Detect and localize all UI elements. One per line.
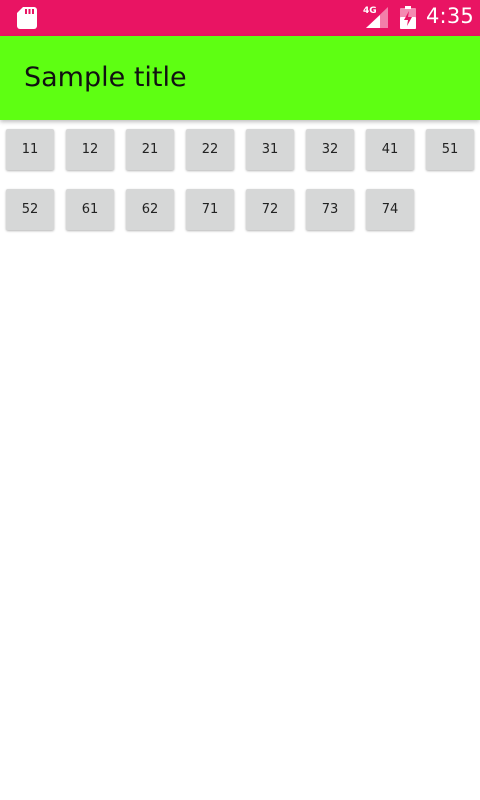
page-title: Sample title (24, 62, 187, 93)
grid-button[interactable]: 71 (186, 189, 234, 230)
app-bar: Sample title (0, 36, 480, 120)
clock: 4:35 (426, 4, 474, 28)
grid-button[interactable]: 74 (366, 189, 414, 230)
status-bar: 4G 4:35 (0, 0, 480, 36)
grid-button[interactable]: 62 (126, 189, 174, 230)
cell-signal-icon (366, 7, 388, 28)
grid-button[interactable]: 21 (126, 129, 174, 170)
grid-button[interactable]: 22 (186, 129, 234, 170)
grid-button[interactable]: 52 (6, 189, 54, 230)
grid-button[interactable]: 12 (66, 129, 114, 170)
battery-charging-icon (400, 6, 416, 29)
grid-button[interactable]: 73 (306, 189, 354, 230)
grid-button[interactable]: 31 (246, 129, 294, 170)
grid-button[interactable]: 32 (306, 129, 354, 170)
grid-button[interactable]: 41 (366, 129, 414, 170)
grid-button[interactable]: 72 (246, 189, 294, 230)
grid-button[interactable]: 61 (66, 189, 114, 230)
sd-card-icon (17, 7, 37, 29)
grid-button[interactable]: 11 (6, 129, 54, 170)
grid-button[interactable]: 51 (426, 129, 474, 170)
